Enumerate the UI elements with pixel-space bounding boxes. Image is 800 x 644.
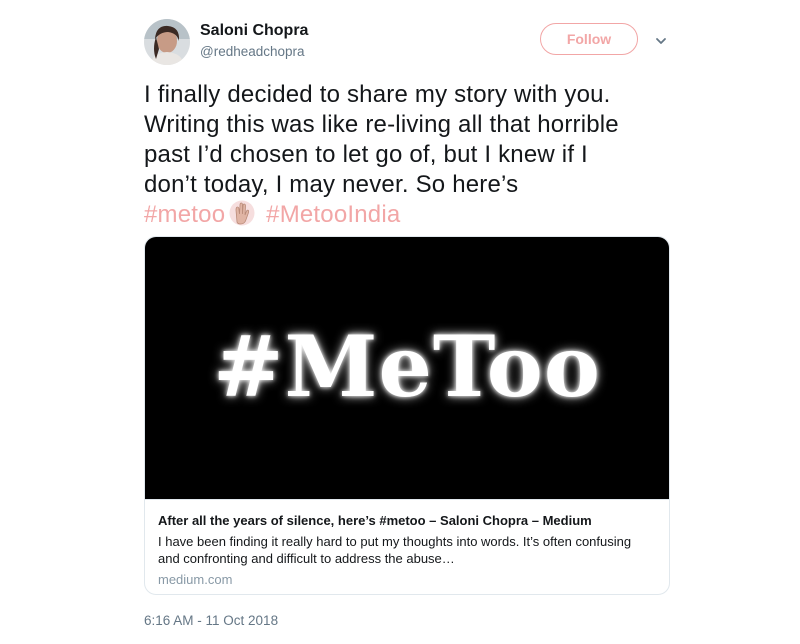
tweet-text-line: Writing this was like re-living all that… [144, 111, 619, 138]
user-handle[interactable]: @redheadchopra [200, 44, 305, 59]
follow-button[interactable]: Follow [540, 23, 638, 55]
tweet-text: I finally decided to share my story with… [144, 80, 674, 230]
raised-hands-emoji-icon [227, 200, 257, 226]
card-image: #MeToo [145, 237, 669, 499]
card-domain: medium.com [158, 572, 233, 587]
card-description-line: I have been finding it really hard to pu… [158, 534, 632, 549]
card-body: After all the years of silence, here’s #… [145, 499, 669, 594]
card-title: After all the years of silence, here’s #… [158, 513, 592, 528]
display-name[interactable]: Saloni Chopra [200, 22, 308, 40]
hashtag-metooindia[interactable]: #MetooIndia [266, 201, 400, 228]
tweet-timestamp[interactable]: 6:16 AM - 11 Oct 2018 [144, 613, 278, 628]
tweet-text-line: past I’d chosen to let go of, but I knew… [144, 141, 588, 168]
chevron-down-icon[interactable] [654, 34, 668, 48]
link-preview-card[interactable]: #MeToo After all the years of silence, h… [144, 236, 670, 595]
avatar[interactable] [144, 19, 190, 65]
hashtag-metoo[interactable]: #metoo [144, 201, 225, 228]
hashtag-line: #metoo #MetooIndia [144, 200, 674, 230]
avatar-image [144, 19, 190, 65]
tweet-text-line: don’t today, I may never. So here’s [144, 171, 519, 198]
tweet: Saloni Chopra @redheadchopra Follow I fi… [0, 0, 800, 644]
card-image-text: #MeToo [213, 317, 601, 416]
card-description: I have been finding it really hard to pu… [158, 533, 657, 567]
tweet-text-line: I finally decided to share my story with… [144, 81, 611, 108]
card-description-line: and confronting and difficult to address… [158, 551, 455, 566]
